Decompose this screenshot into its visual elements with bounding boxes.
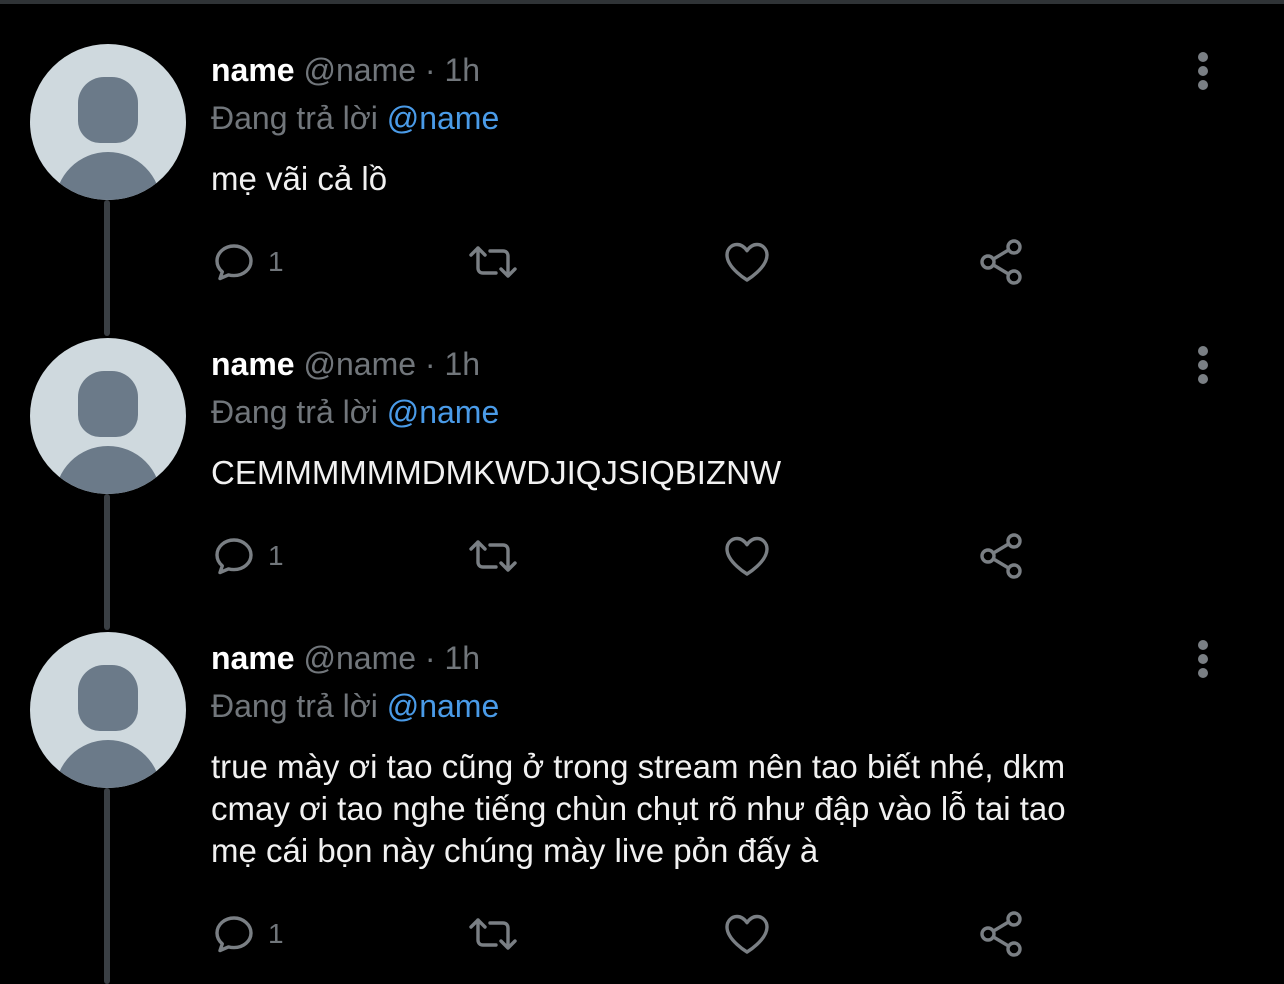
tweet-header: name @name · 1h — [211, 50, 480, 90]
timestamp[interactable]: 1h — [444, 52, 480, 88]
tweet-header: name @name · 1h — [211, 638, 480, 678]
reply-button[interactable]: 1 — [210, 528, 284, 584]
heart-icon — [725, 914, 769, 954]
tweet-text-line: mẹ vãi cả lồ — [211, 160, 388, 197]
like-button[interactable] — [722, 906, 772, 962]
more-vertical-icon[interactable] — [1186, 52, 1220, 90]
tweet-text: mẹ vãi cả lồ — [211, 158, 1211, 200]
tweet-text-line: true mày ơi tao cũng ở trong stream nên … — [211, 748, 1066, 785]
separator-dot: · — [424, 52, 436, 88]
like-button[interactable] — [722, 528, 772, 584]
timestamp[interactable]: 1h — [444, 346, 480, 382]
tweet[interactable]: name @name · 1h Đang trả lời @name true … — [0, 632, 1284, 984]
reply-bubble-icon — [215, 244, 253, 281]
mention-link[interactable]: @name — [387, 100, 500, 136]
avatar[interactable] — [30, 44, 186, 200]
replying-to: Đang trả lời @name — [211, 686, 499, 726]
tweet-text: true mày ơi tao cũng ở trong stream nên … — [211, 746, 1211, 872]
heart-icon — [725, 242, 769, 282]
share-icon — [980, 911, 1022, 957]
timestamp[interactable]: 1h — [444, 640, 480, 676]
replying-to-label: Đang trả lời — [211, 100, 378, 136]
tweet[interactable]: name @name · 1h Đang trả lời @name CEMMM… — [0, 338, 1284, 588]
action-bar: 1 — [210, 234, 1040, 290]
reply-count: 1 — [268, 918, 284, 949]
heart-icon — [725, 536, 769, 576]
reply-count: 1 — [268, 246, 284, 277]
replying-to-label: Đang trả lời — [211, 688, 378, 724]
more-vertical-icon[interactable] — [1186, 346, 1220, 384]
display-name[interactable]: name — [211, 52, 295, 88]
share-icon — [980, 533, 1022, 579]
share-button[interactable] — [976, 528, 1028, 584]
replying-to-label: Đang trả lời — [211, 394, 378, 430]
like-button[interactable] — [722, 234, 772, 290]
reply-count: 1 — [268, 540, 284, 571]
display-name[interactable]: name — [211, 346, 295, 382]
user-handle[interactable]: @name — [303, 640, 416, 676]
reply-bubble-icon — [215, 538, 253, 575]
reply-button[interactable]: 1 — [210, 906, 284, 962]
retweet-button[interactable] — [465, 906, 521, 962]
separator-dot: · — [424, 640, 436, 676]
avatar[interactable] — [30, 632, 186, 788]
top-divider — [0, 0, 1284, 4]
replying-to: Đang trả lời @name — [211, 392, 499, 432]
retweet-button[interactable] — [465, 234, 521, 290]
reply-bubble-icon — [215, 916, 253, 953]
share-icon — [980, 239, 1022, 285]
retweet-button[interactable] — [465, 528, 521, 584]
display-name[interactable]: name — [211, 640, 295, 676]
share-button[interactable] — [976, 234, 1028, 290]
more-vertical-icon[interactable] — [1186, 640, 1220, 678]
mention-link[interactable]: @name — [387, 688, 500, 724]
tweet-text-line: CEMMMMMMDMKWDJIQJSIQBIZNW — [211, 454, 782, 491]
action-bar: 1 — [210, 906, 1040, 962]
user-handle[interactable]: @name — [303, 52, 416, 88]
tweet-header: name @name · 1h — [211, 344, 480, 384]
tweet-text: CEMMMMMMDMKWDJIQJSIQBIZNW — [211, 452, 1211, 494]
retweet-icon — [469, 246, 517, 278]
tweet-text-line: mẹ cái bọn này chúng mày live pỏn đấy à — [211, 832, 819, 869]
reply-button[interactable]: 1 — [210, 234, 284, 290]
retweet-icon — [469, 540, 517, 572]
tweet[interactable]: name @name · 1h Đang trả lời @name mẹ vã… — [0, 44, 1284, 294]
separator-dot: · — [424, 346, 436, 382]
avatar[interactable] — [30, 338, 186, 494]
action-bar: 1 — [210, 528, 1040, 584]
tweet-text-line: cmay ơi tao nghe tiếng chùn chụt rõ như … — [211, 790, 1066, 827]
replying-to: Đang trả lời @name — [211, 98, 499, 138]
mention-link[interactable]: @name — [387, 394, 500, 430]
retweet-icon — [469, 918, 517, 950]
user-handle[interactable]: @name — [303, 346, 416, 382]
share-button[interactable] — [976, 906, 1028, 962]
